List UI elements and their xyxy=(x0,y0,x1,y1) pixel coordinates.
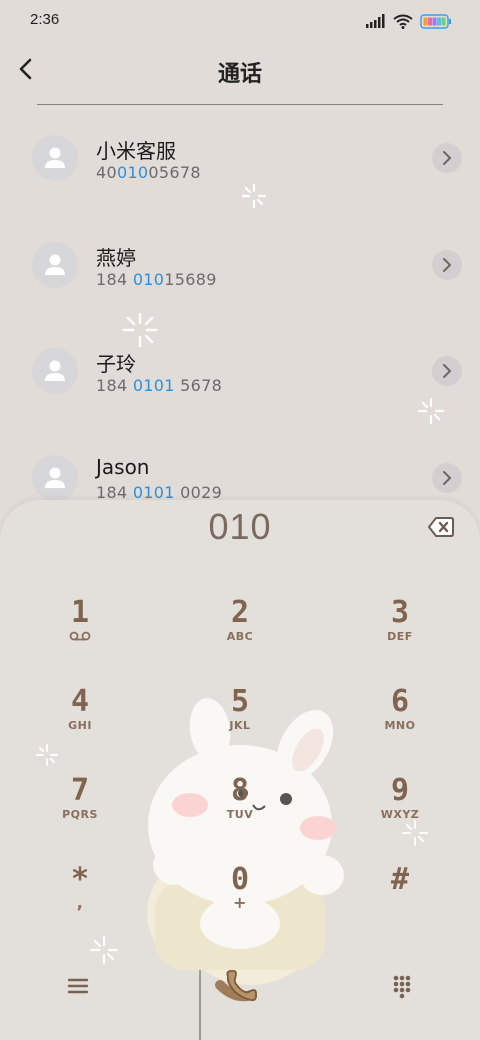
avatar xyxy=(32,348,78,394)
dial-key-1[interactable]: 1 xyxy=(20,596,140,676)
phone-handset-icon xyxy=(226,970,257,1002)
key-letters: + xyxy=(233,893,247,912)
contact-name: Jason xyxy=(96,455,150,479)
chevron-right-icon xyxy=(443,471,451,485)
key-digit: * xyxy=(70,862,90,897)
dialpad-toggle-button[interactable] xyxy=(386,970,418,1002)
contact-detail-button[interactable] xyxy=(432,463,462,493)
contact-row[interactable]: 燕婷 184 01015689 xyxy=(0,212,480,312)
chevron-right-icon xyxy=(443,364,451,378)
key-digit: 5 xyxy=(230,684,250,719)
dial-key-hash[interactable]: # xyxy=(340,863,460,943)
dialpad-grid-icon xyxy=(393,975,411,999)
key-digit: 1 xyxy=(70,595,90,630)
key-letters: , xyxy=(76,893,84,912)
person-icon xyxy=(45,467,65,488)
dial-key-5[interactable]: 5 JKL xyxy=(180,685,300,765)
dial-key-2[interactable]: 2 ABC xyxy=(180,596,300,676)
header: 通话 xyxy=(0,48,480,104)
menu-icon xyxy=(67,978,89,994)
key-digit: 0 xyxy=(230,862,250,897)
status-bar: 2:36 xyxy=(0,0,480,40)
battery-icon xyxy=(420,13,451,29)
key-digit: 6 xyxy=(390,684,410,719)
dial-key-7[interactable]: 7 PQRS xyxy=(20,774,140,854)
person-icon xyxy=(45,147,65,168)
contact-detail-button[interactable] xyxy=(432,143,462,173)
status-icons xyxy=(366,12,452,30)
contact-name: 小米客服 xyxy=(96,139,176,163)
dial-key-0[interactable]: 0 + xyxy=(180,863,300,943)
page-title: 通话 xyxy=(217,62,262,87)
backspace-button[interactable] xyxy=(428,516,454,538)
key-digit: 7 xyxy=(70,773,90,808)
avatar xyxy=(32,135,78,181)
key-letters: WXYZ xyxy=(380,808,420,821)
key-letters: DEF xyxy=(387,630,413,643)
key-letters: MNO xyxy=(384,719,416,732)
person-icon xyxy=(45,360,65,381)
key-digit: 2 xyxy=(230,595,250,630)
key-letters: JKL xyxy=(229,719,251,732)
key-digit: 8 xyxy=(230,773,250,808)
key-digit: # xyxy=(390,862,410,897)
call-button[interactable] xyxy=(220,966,260,1006)
dial-key-4[interactable]: 4 GHI xyxy=(20,685,140,765)
voicemail-icon xyxy=(20,630,140,646)
contact-name: 子玲 xyxy=(96,352,136,376)
key-letters: GHI xyxy=(68,719,92,732)
contact-number: 184 01015689 xyxy=(96,270,217,289)
contact-row[interactable]: 小米客服 4001005678 xyxy=(0,105,480,205)
contact-detail-button[interactable] xyxy=(432,356,462,386)
wifi-icon xyxy=(393,14,413,29)
signal-icon xyxy=(366,14,385,28)
dialed-number: 010 xyxy=(208,506,272,547)
contact-number: 184 0101 5678 xyxy=(96,376,223,395)
dial-key-star[interactable]: * , xyxy=(20,863,140,943)
person-icon xyxy=(45,254,65,275)
key-letters: ABC xyxy=(226,630,254,643)
key-digit: 3 xyxy=(390,595,410,630)
dial-key-3[interactable]: 3 DEF xyxy=(340,596,460,676)
key-digit: 4 xyxy=(70,684,90,719)
contact-number: 4001005678 xyxy=(96,163,201,182)
contact-name: 燕婷 xyxy=(96,246,136,270)
key-letters: TUV xyxy=(226,808,254,821)
backspace-icon xyxy=(428,517,454,537)
contact-row[interactable]: 子玲 184 0101 5678 xyxy=(0,318,480,418)
avatar xyxy=(32,455,78,501)
chevron-right-icon xyxy=(443,151,451,165)
avatar xyxy=(32,242,78,288)
dialpad-panel: 010 1 2 ABC 3 DEF 4 GHI 5 JKL 6 MNO 7 PQ… xyxy=(0,500,480,1040)
dial-key-6[interactable]: 6 MNO xyxy=(340,685,460,765)
key-letters: PQRS xyxy=(62,808,98,821)
status-time: 2:36 xyxy=(30,11,60,28)
key-digit: 9 xyxy=(390,773,410,808)
dial-key-9[interactable]: 9 WXYZ xyxy=(340,774,460,854)
chevron-right-icon xyxy=(443,258,451,272)
contact-detail-button[interactable] xyxy=(432,250,462,280)
menu-button[interactable] xyxy=(62,972,94,1000)
dial-key-8[interactable]: 8 TUV xyxy=(180,774,300,854)
